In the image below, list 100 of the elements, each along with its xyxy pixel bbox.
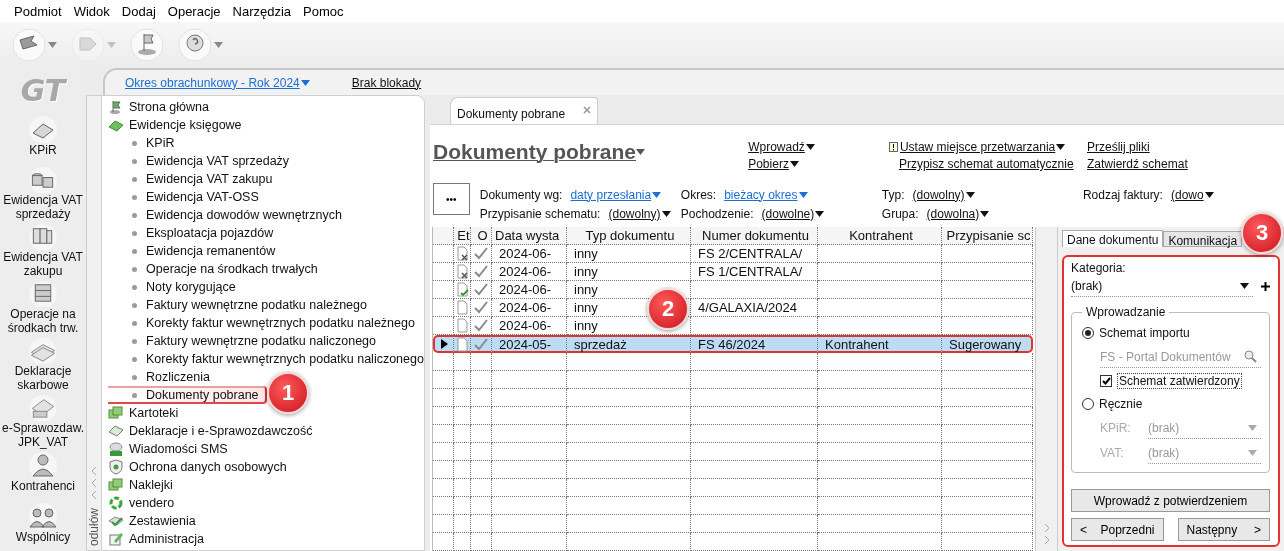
lock-link[interactable]: Brak blokady: [351, 75, 422, 90]
tree-item[interactable]: Kartoteki: [129, 406, 179, 420]
row-indicator-cell[interactable]: [433, 335, 454, 353]
module-label[interactable]: Ewidencja VAT sprzedaży: [1, 192, 85, 221]
module-label[interactable]: Ewidencja VAT zakupu: [1, 249, 85, 278]
tree-item[interactable]: Ewidencja remanentów: [108, 242, 282, 260]
filter-value[interactable]: daty przesłania: [570, 187, 662, 202]
tree-item[interactable]: KPiR: [108, 134, 181, 152]
filter-value[interactable]: (dowolna): [926, 206, 990, 221]
period-link[interactable]: Okres obrachunkowy - Rok 2024: [125, 75, 310, 90]
menu-item[interactable]: Narzędzia: [226, 3, 298, 19]
menu-item[interactable]: Podmiot: [8, 3, 68, 19]
tree-item[interactable]: Operacje na środkach trwałych: [108, 260, 324, 278]
menu-item[interactable]: Pomoc: [297, 3, 350, 19]
menu-item[interactable]: Dodaj: [115, 3, 162, 19]
tree-item[interactable]: Zestawienia: [129, 514, 196, 528]
module-label[interactable]: Operacje na środkach trw.: [1, 306, 85, 335]
column-header[interactable]: Typ dokumentu: [567, 227, 691, 245]
empty-cell[interactable]: [433, 245, 454, 263]
bullet-icon: [132, 320, 137, 326]
empty-cell: [471, 533, 492, 551]
action-link[interactable]: Wprowadź: [748, 140, 815, 154]
radio-icon[interactable]: [1082, 327, 1094, 339]
radio-icon[interactable]: [1082, 398, 1094, 410]
tree-item[interactable]: Rozliczenia: [108, 368, 216, 386]
empty-cell[interactable]: [433, 299, 454, 317]
filter-value[interactable]: (dowo: [1170, 187, 1214, 202]
radio-option[interactable]: Schemat importu: [1082, 323, 1261, 343]
nav-button[interactable]: < Poprzedni: [1071, 518, 1164, 541]
empty-cell: [454, 371, 471, 389]
module-label[interactable]: Deklaracje skarbowe: [1, 363, 85, 392]
module-label[interactable]: e-Sprawozdaw. JPK_VAT: [1, 420, 85, 449]
tree-item[interactable]: Korekty faktur wewnętrznych podatku należnego: [108, 314, 421, 332]
tree-item[interactable]: Korekty faktur wewnętrznych podatku naliczonego: [108, 350, 430, 368]
radio-option[interactable]: Ręcznie: [1082, 394, 1261, 414]
checkbox-label[interactable]: Schemat zatwierdzony: [1117, 373, 1242, 389]
caret-icon: [805, 144, 815, 150]
filter-value[interactable]: (dowolny): [608, 206, 671, 221]
empty-cell[interactable]: [433, 281, 454, 299]
caret-icon: [815, 210, 825, 217]
module-label[interactable]: Wspólnicy: [1, 529, 85, 544]
tree-item[interactable]: Faktury wewnętrzne podatku naliczonego: [108, 332, 382, 350]
document-tab[interactable]: Dokumenty pobrane: [450, 97, 599, 124]
menu-item[interactable]: Operacje: [161, 3, 227, 19]
tree-item[interactable]: Eksploatacja pojazdów: [108, 224, 280, 242]
tree-item[interactable]: vendero: [129, 496, 175, 510]
tree-item[interactable]: Faktury wewnętrzne podatku należnego: [108, 296, 373, 314]
empty-cell: [471, 407, 492, 425]
action-link[interactable]: Zatwierdź schemat: [1087, 157, 1188, 171]
empty-cell: [471, 425, 492, 443]
tree-item[interactable]: Naklejki: [129, 478, 173, 492]
panel-tab[interactable]: Dane dokumentu: [1062, 230, 1164, 247]
category-dropdown[interactable]: (brak): [1071, 275, 1253, 297]
tree-item[interactable]: Wiadomości SMS: [129, 442, 228, 456]
filter-label: Pochodzenie:: [680, 206, 754, 221]
help-icon[interactable]: [178, 28, 212, 62]
column-header[interactable]: Data wysta: [492, 227, 567, 245]
highlighted-tree-item[interactable]: Dokumenty pobrane: [108, 386, 267, 404]
action-link[interactable]: Pobierz: [748, 157, 799, 171]
check-icon: [474, 247, 488, 260]
tree-item[interactable]: Deklaracje i e-Sprawozdawczość: [129, 424, 313, 438]
caret-icon: [214, 42, 223, 48]
send-icon[interactable]: [12, 28, 46, 62]
action-link[interactable]: Przypisz schemat automatycznie: [898, 157, 1074, 171]
more-button[interactable]: •••: [433, 183, 470, 215]
tree-item[interactable]: Ewidencja dowodów wewnętrznych: [108, 206, 348, 224]
panel-tab[interactable]: Komunikacja: [1163, 231, 1243, 247]
column-header[interactable]: Numer dokumentu: [691, 227, 818, 245]
column-header[interactable]: Kontrahent: [818, 227, 942, 245]
add-icon[interactable]: [1261, 281, 1270, 291]
module-label[interactable]: Kontrahenci: [1, 478, 85, 493]
checkbox[interactable]: [1100, 375, 1112, 387]
confirm-button[interactable]: Wprowadź z potwierdzeniem: [1071, 489, 1270, 512]
filter-value[interactable]: (dowolne): [761, 206, 825, 221]
nav-button[interactable]: Następny >: [1177, 518, 1270, 541]
tree-item[interactable]: Strona główna: [129, 100, 209, 114]
tree-item[interactable]: Ewidencja VAT sprzedaży: [108, 152, 296, 170]
module-label[interactable]: KPiR: [1, 142, 85, 157]
page-title[interactable]: Dokumenty pobrane: [433, 138, 646, 166]
column-header[interactable]: Et: [454, 227, 471, 245]
row-pointer-icon: [440, 339, 448, 349]
empty-cell[interactable]: [433, 263, 454, 281]
column-header[interactable]: O: [471, 227, 492, 245]
filter-value[interactable]: bieżacy okres: [724, 187, 808, 202]
caret-icon: [636, 149, 646, 155]
tree-item[interactable]: Ochrona danych osobowych: [129, 460, 287, 474]
menu-item[interactable]: Widok: [67, 3, 116, 19]
tree-item[interactable]: Administracja: [129, 532, 205, 546]
tree-item[interactable]: Ewidencja VAT-OSS: [108, 188, 265, 206]
action-link[interactable]: Ustaw miejsce przetwarzania: [899, 140, 1066, 154]
tree-item[interactable]: Ewidencje księgowe: [129, 118, 242, 132]
close-icon[interactable]: [583, 106, 592, 114]
action-link[interactable]: Prześlij pliki: [1087, 140, 1150, 154]
tree-item[interactable]: Noty korygujące: [108, 278, 242, 296]
filter-value[interactable]: (dowolny): [912, 187, 975, 202]
filter-label: Rodzaj faktury:: [1082, 187, 1163, 202]
flag-icon[interactable]: [130, 28, 164, 62]
tree-item[interactable]: Ewidencja VAT zakupu: [108, 170, 279, 188]
column-header[interactable]: Przypisanie sc: [942, 227, 1033, 245]
bullet-icon: [132, 338, 137, 344]
